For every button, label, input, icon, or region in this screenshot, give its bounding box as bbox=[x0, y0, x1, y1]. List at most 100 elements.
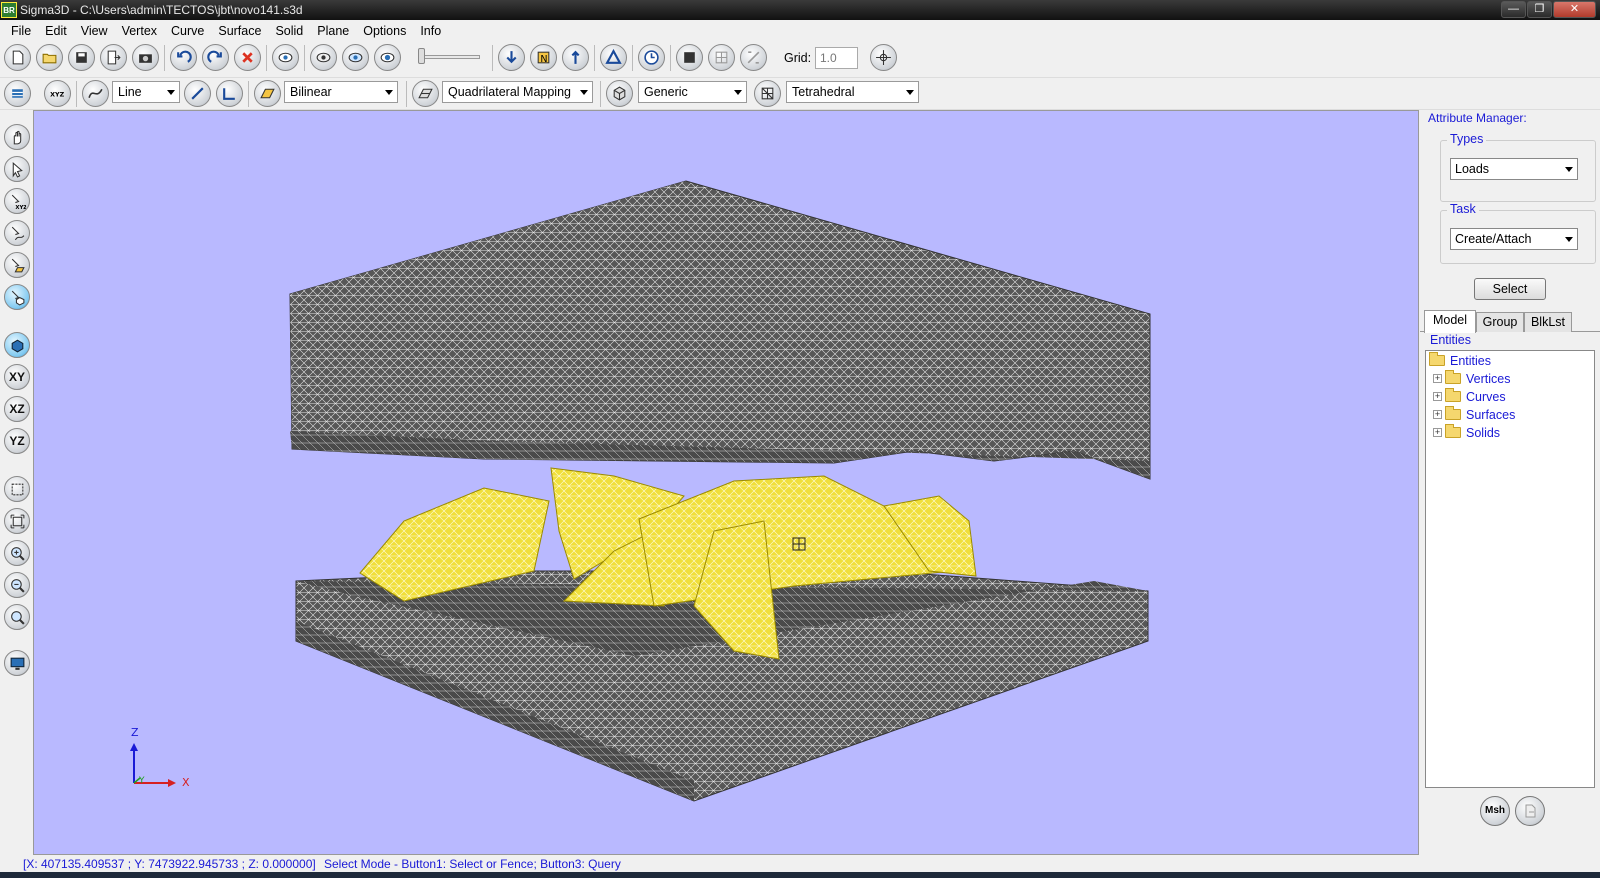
select-solid-button[interactable] bbox=[4, 284, 30, 310]
monitor-icon bbox=[10, 657, 24, 670]
layers-button[interactable] bbox=[4, 80, 31, 107]
save-button[interactable] bbox=[68, 44, 95, 71]
show-eye-icon bbox=[348, 52, 363, 63]
menu-solid[interactable]: Solid bbox=[268, 20, 310, 42]
zoom-in-button[interactable] bbox=[4, 540, 30, 566]
xyz-button[interactable]: XYZ bbox=[44, 80, 71, 107]
grid-input[interactable]: 1.0 bbox=[815, 47, 858, 69]
solid-button[interactable] bbox=[606, 80, 633, 107]
task-select[interactable]: Create/Attach bbox=[1450, 228, 1578, 250]
pointer-curve-icon bbox=[11, 226, 24, 240]
tree-item-vertices[interactable]: + Vertices bbox=[1433, 370, 1510, 387]
select-button[interactable]: Select bbox=[1474, 278, 1546, 300]
solid-type-select[interactable]: Generic bbox=[638, 81, 747, 103]
redo-button[interactable] bbox=[202, 44, 229, 71]
mapping-icon bbox=[418, 88, 433, 99]
show-button[interactable] bbox=[342, 44, 369, 71]
box-button[interactable] bbox=[676, 44, 703, 71]
pan-button[interactable] bbox=[4, 124, 30, 150]
expand-icon[interactable]: + bbox=[1433, 410, 1442, 419]
menu-surface[interactable]: Surface bbox=[211, 20, 268, 42]
hide-button[interactable] bbox=[310, 44, 337, 71]
snap-button[interactable] bbox=[740, 44, 767, 71]
expand-icon[interactable]: + bbox=[1433, 392, 1442, 401]
view-xz-button[interactable]: XZ bbox=[4, 396, 30, 422]
view-yz-button[interactable]: YZ bbox=[4, 428, 30, 454]
mesh-button[interactable] bbox=[754, 80, 781, 107]
menu-view[interactable]: View bbox=[74, 20, 115, 42]
window-title: Sigma3D - C:\Users\admin\TECTOS\jbt\novo… bbox=[20, 3, 303, 17]
menu-edit[interactable]: Edit bbox=[38, 20, 74, 42]
export-mesh-button[interactable] bbox=[1515, 796, 1545, 826]
tab-model[interactable]: Model bbox=[1424, 310, 1476, 333]
main-toolbar: N Grid: 1.0 bbox=[0, 42, 1600, 78]
tab-blklst[interactable]: BlkLst bbox=[1524, 312, 1572, 332]
normal-button[interactable]: N bbox=[530, 44, 557, 71]
tree-item-label: Vertices bbox=[1466, 371, 1511, 386]
3d-viewport[interactable]: Z Y X bbox=[33, 110, 1419, 855]
toolbar-separator bbox=[594, 45, 595, 71]
menu-curve[interactable]: Curve bbox=[164, 20, 211, 42]
maximize-button[interactable]: ❐ bbox=[1527, 1, 1552, 18]
surface-button[interactable] bbox=[254, 80, 281, 107]
tree-root[interactable]: Entities bbox=[1429, 352, 1491, 369]
curve-edit-button[interactable] bbox=[184, 80, 211, 107]
view-xy-button[interactable]: XY bbox=[4, 364, 30, 390]
tree-item-surfaces[interactable]: + Surfaces bbox=[1433, 406, 1515, 423]
axis-triad: Z Y X bbox=[130, 726, 190, 789]
expand-icon[interactable]: + bbox=[1433, 374, 1442, 383]
center-button[interactable] bbox=[870, 44, 897, 71]
transparency-slider-track[interactable] bbox=[418, 55, 480, 59]
surface-interp-select[interactable]: Bilinear bbox=[284, 81, 398, 103]
transparency-slider-thumb[interactable] bbox=[418, 48, 425, 64]
tree-item-solids[interactable]: + Solids bbox=[1433, 424, 1500, 441]
view-3d-button[interactable] bbox=[4, 332, 30, 358]
screen-button[interactable] bbox=[4, 650, 30, 676]
menu-plane[interactable]: Plane bbox=[310, 20, 356, 42]
open-file-button[interactable] bbox=[36, 44, 63, 71]
select-button[interactable] bbox=[4, 156, 30, 182]
export-button[interactable] bbox=[100, 44, 127, 71]
grid-toggle-button[interactable] bbox=[708, 44, 735, 71]
zoom-button[interactable] bbox=[4, 604, 30, 630]
mesh-type-select[interactable]: Tetrahedral bbox=[786, 81, 919, 103]
show-all-button[interactable] bbox=[374, 44, 401, 71]
zoom-window-button[interactable] bbox=[4, 476, 30, 502]
title-bar: BR Sigma3D - C:\Users\admin\TECTOS\jbt\n… bbox=[0, 0, 1600, 20]
types-select[interactable]: Loads bbox=[1450, 158, 1578, 180]
types-value: Loads bbox=[1455, 162, 1490, 176]
menu-options[interactable]: Options bbox=[356, 20, 413, 42]
menu-vertex[interactable]: Vertex bbox=[115, 20, 164, 42]
mapping-button[interactable] bbox=[412, 80, 439, 107]
tree-item-curves[interactable]: + Curves bbox=[1433, 388, 1506, 405]
menu-info[interactable]: Info bbox=[413, 20, 448, 42]
msh-button[interactable]: Msh bbox=[1480, 796, 1510, 826]
new-file-button[interactable] bbox=[4, 44, 31, 71]
menu-file[interactable]: File bbox=[4, 20, 38, 42]
select-xyz-button[interactable]: XYZ bbox=[4, 188, 30, 214]
clock-button[interactable] bbox=[638, 44, 665, 71]
close-button[interactable]: ✕ bbox=[1553, 1, 1596, 18]
select-surface-button[interactable] bbox=[4, 252, 30, 278]
tab-group[interactable]: Group bbox=[1476, 312, 1524, 332]
view-eye-button[interactable] bbox=[272, 44, 299, 71]
zoom-fit-button[interactable] bbox=[4, 508, 30, 534]
triangle-button[interactable] bbox=[600, 44, 627, 71]
curve-split-button[interactable] bbox=[216, 80, 243, 107]
undo-button[interactable] bbox=[170, 44, 197, 71]
mapping-select[interactable]: Quadrilateral Mapping bbox=[442, 81, 593, 103]
curve-button[interactable] bbox=[82, 80, 109, 107]
pointer-surface-icon bbox=[11, 258, 25, 272]
delete-button[interactable] bbox=[234, 44, 261, 71]
tool-a-button[interactable] bbox=[498, 44, 525, 71]
screenshot-button[interactable] bbox=[132, 44, 159, 71]
svg-text:N: N bbox=[540, 54, 547, 65]
select-curve-button[interactable] bbox=[4, 220, 30, 246]
curve-type-select[interactable]: Line bbox=[112, 81, 180, 103]
expand-icon[interactable]: + bbox=[1433, 428, 1442, 437]
vector-button[interactable] bbox=[562, 44, 589, 71]
zoom-out-button[interactable] bbox=[4, 572, 30, 598]
minimize-button[interactable]: — bbox=[1501, 1, 1526, 18]
top-solid-mesh[interactable] bbox=[289, 180, 1151, 480]
axis-z-label: Z bbox=[131, 726, 139, 739]
